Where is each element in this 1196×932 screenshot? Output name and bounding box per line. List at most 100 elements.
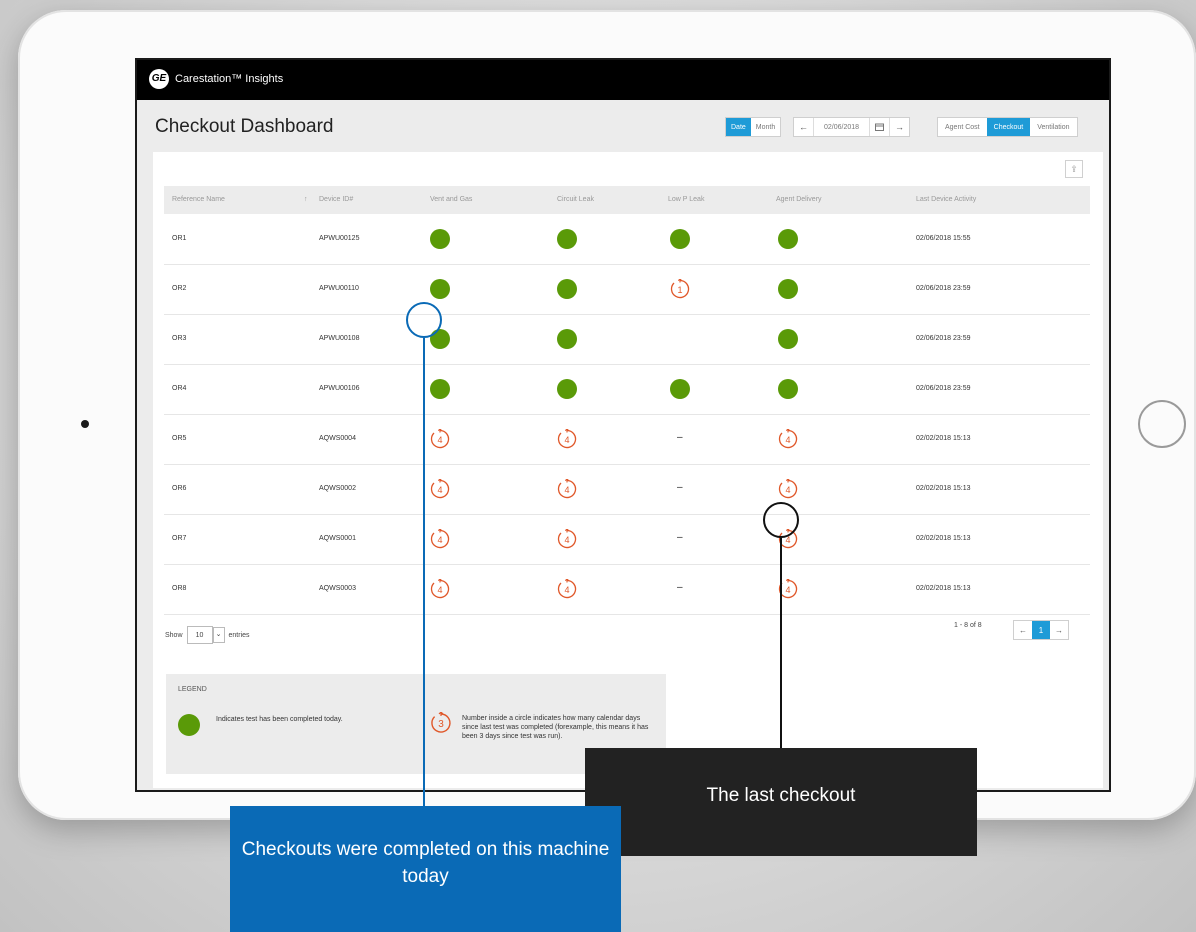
cell-reference-name: OR1	[172, 235, 187, 242]
days-number: 4	[437, 435, 442, 445]
callout-line-last	[780, 538, 782, 748]
cell-reference-name: OR4	[172, 385, 187, 392]
period-toggle: Date Month	[725, 117, 782, 137]
cell-reference-name: OR8	[172, 585, 187, 592]
cell-last-device-activity: 02/06/2018 23:59	[916, 335, 971, 342]
days-number: 4	[437, 585, 442, 595]
sort-arrow-icon[interactable]: ↑	[304, 196, 308, 203]
days-number: 4	[785, 585, 790, 595]
days-since-icon: 1	[670, 279, 690, 299]
completed-dot-icon	[670, 379, 690, 399]
callout-last-checkout: The last checkout	[585, 748, 977, 856]
days-since-icon: 4	[430, 579, 450, 599]
col-last-device-activity[interactable]: Last Device Activity	[916, 196, 976, 203]
cell-last-device-activity: 02/06/2018 23:59	[916, 285, 971, 292]
prev-page-button[interactable]: ←	[1014, 621, 1032, 639]
cell-device-id: APWU00110	[319, 285, 359, 292]
cell-last-device-activity: 02/02/2018 15:13	[916, 585, 971, 592]
pagination-info: 1 - 8 of 8	[954, 622, 982, 629]
col-reference-name[interactable]: Reference Name	[172, 196, 225, 203]
days-number: 4	[785, 485, 790, 495]
completed-dot-icon	[430, 279, 450, 299]
table-row[interactable]: OR4 APWU00106 02/06/2018 23:59	[164, 364, 1090, 415]
current-date[interactable]: 02/06/2018	[813, 118, 869, 136]
callout-line-today	[423, 338, 425, 806]
table-row[interactable]: OR6 AQWS0002 4 4 – 4 02/02/2018 15:13	[164, 464, 1090, 515]
date-toggle-button[interactable]: Date	[726, 118, 751, 136]
legend-completed-text: Indicates test has been completed today.	[216, 716, 343, 723]
days-since-icon: 3	[431, 712, 451, 733]
page-1-button[interactable]: 1	[1032, 621, 1050, 639]
col-agent-delivery[interactable]: Agent Delivery	[776, 196, 822, 203]
days-number: 4	[785, 435, 790, 445]
days-since-icon: 4	[557, 529, 577, 549]
cell-last-device-activity: 02/06/2018 15:55	[916, 235, 971, 242]
days-number: 4	[564, 535, 569, 545]
table-row[interactable]: OR1 APWU00125 02/06/2018 15:55	[164, 214, 1090, 265]
table-row[interactable]: OR8 AQWS0003 4 4 – 4 02/02/2018 15:13	[164, 564, 1090, 615]
completed-dot-icon	[430, 229, 450, 249]
completed-dot-icon	[178, 714, 200, 736]
tab-ventilation[interactable]: Ventilation	[1030, 118, 1076, 136]
table-row[interactable]: OR7 AQWS0001 4 4–4 02/02/2018 15:13	[164, 514, 1090, 565]
no-data-dash: –	[677, 582, 683, 593]
prev-date-button[interactable]: ←	[794, 118, 813, 136]
cell-last-device-activity: 02/02/2018 15:13	[916, 535, 971, 542]
days-since-icon: 4	[557, 579, 577, 599]
export-icon[interactable]: ⇪	[1065, 160, 1083, 178]
next-date-button[interactable]: →	[889, 118, 909, 136]
no-data-dash: –	[677, 532, 683, 543]
cell-last-device-activity: 02/06/2018 23:59	[916, 385, 971, 392]
completed-dot-icon	[557, 379, 577, 399]
cell-reference-name: OR7	[172, 535, 187, 542]
tab-agent-cost[interactable]: Agent Cost	[938, 118, 987, 136]
table-header: Reference Name ↑ Device ID# Vent and Gas…	[164, 186, 1090, 214]
col-vent-and-gas[interactable]: Vent and Gas	[430, 196, 472, 203]
chevron-down-icon[interactable]: ⌄	[212, 627, 225, 643]
cell-device-id: APWU00108	[319, 335, 360, 342]
cell-device-id: APWU00125	[319, 235, 360, 242]
next-page-button[interactable]: →	[1050, 621, 1068, 639]
table-row[interactable]: OR3 APWU00108 02/06/2018 23:59	[164, 314, 1090, 365]
entries-control: Show 10 ⌄ entries	[165, 626, 250, 644]
no-data-dash: –	[677, 432, 683, 443]
completed-dot-icon	[778, 279, 798, 299]
col-low-p-leak[interactable]: Low P Leak	[668, 196, 704, 203]
highlight-circle-last	[763, 502, 799, 538]
table-row[interactable]: OR5 AQWS0004 4 4 – 4 02/02/2018 15:13	[164, 414, 1090, 465]
show-label: Show	[165, 631, 183, 639]
cell-reference-name: OR6	[172, 485, 187, 492]
days-since-icon: 4	[557, 429, 577, 449]
legend-days-number: 3	[438, 719, 444, 730]
cell-reference-name: OR2	[172, 285, 187, 292]
col-device-id[interactable]: Device ID#	[319, 196, 353, 203]
completed-dot-icon	[778, 329, 798, 349]
days-number: 4	[437, 535, 442, 545]
cell-last-device-activity: 02/02/2018 15:13	[916, 435, 971, 442]
days-number: 4	[564, 485, 569, 495]
completed-dot-icon	[557, 229, 577, 249]
completed-dot-icon	[557, 329, 577, 349]
cell-device-id: AQWS0003	[319, 585, 356, 592]
completed-dot-icon	[430, 379, 450, 399]
completed-dot-icon	[778, 229, 798, 249]
days-since-icon: 4	[557, 479, 577, 499]
days-since-icon: 4	[430, 429, 450, 449]
table-row[interactable]: OR2 APWU00110 1 02/06/2018 23:59	[164, 264, 1090, 315]
cell-reference-name: OR3	[172, 335, 187, 342]
pagination: ← 1 →	[1013, 620, 1069, 640]
cell-last-device-activity: 02/02/2018 15:13	[916, 485, 971, 492]
home-button[interactable]	[1138, 400, 1186, 448]
legend-days-text: Number inside a circle indicates how man…	[462, 715, 649, 740]
completed-dot-icon	[670, 229, 690, 249]
completed-dot-icon	[778, 379, 798, 399]
completed-dot-icon	[557, 279, 577, 299]
month-toggle-button[interactable]: Month	[751, 118, 780, 136]
calendar-icon[interactable]	[869, 118, 889, 136]
camera-dot	[81, 420, 89, 428]
col-circuit-leak[interactable]: Circuit Leak	[557, 196, 594, 203]
entries-select[interactable]: 10	[186, 626, 213, 644]
days-number: 4	[437, 485, 442, 495]
tab-checkout[interactable]: Checkout	[986, 118, 1031, 136]
ge-logo-icon: GE	[149, 69, 169, 89]
